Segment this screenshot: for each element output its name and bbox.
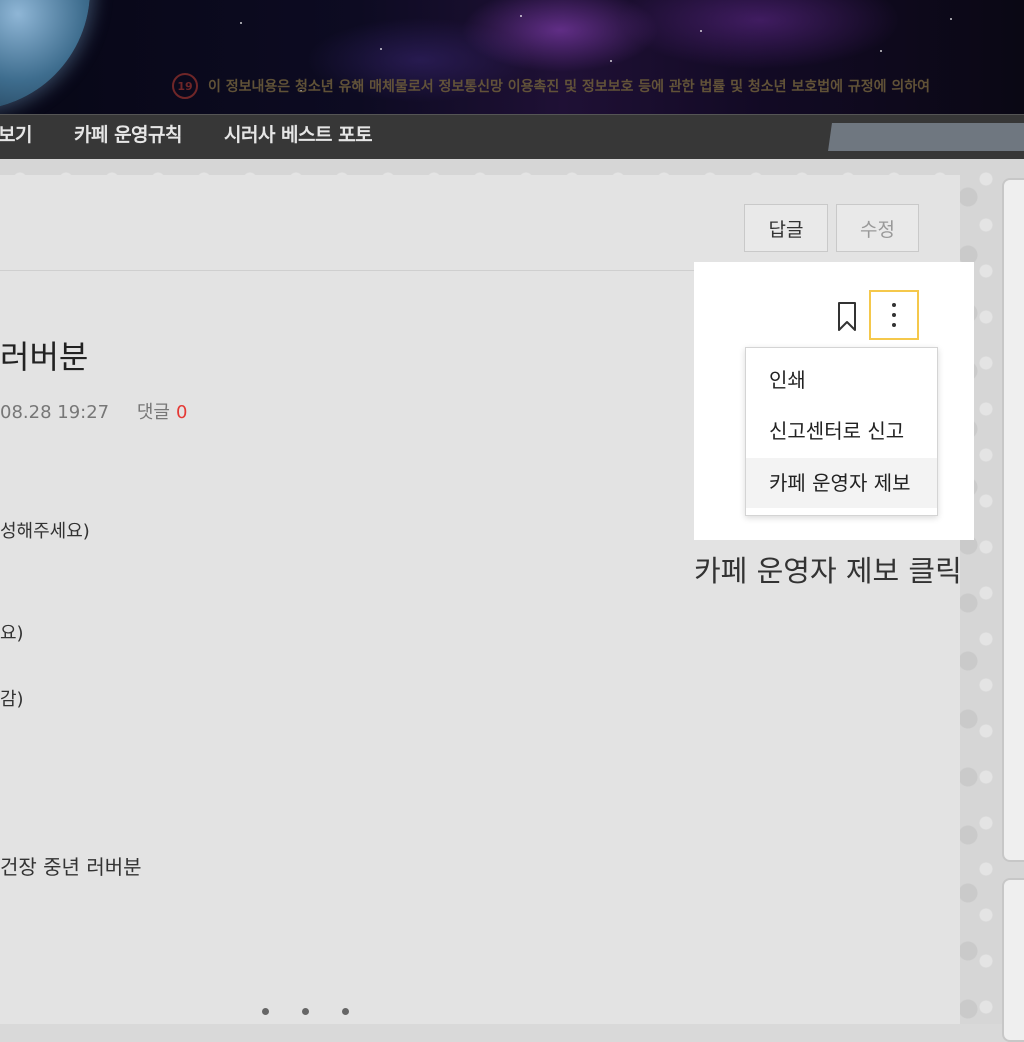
nav-search-box[interactable] bbox=[828, 123, 1024, 151]
instruction-caption: 카페 운영자 제보 클릭 bbox=[694, 554, 962, 588]
cafe-banner: 19 이 정보내용은 청소년 유해 매체물로서 정보통신망 이용촉진 및 정보보… bbox=[0, 0, 1024, 114]
comment-label[interactable]: 댓글 bbox=[137, 402, 170, 423]
article-meta: 08.28 19:27 댓글 0 bbox=[0, 398, 187, 424]
menu-item-report-to-manager[interactable]: 카페 운영자 제보 bbox=[746, 458, 937, 508]
sidebar-card bbox=[1002, 178, 1024, 862]
article-body-line: 성해주세요) bbox=[0, 521, 90, 542]
article-body-line: 감) bbox=[0, 689, 24, 710]
bookmark-icon[interactable] bbox=[834, 300, 860, 334]
cafe-nav-bar: 보기 카페 운영규칙 시러사 베스트 포토 bbox=[0, 114, 1024, 160]
more-vertical-icon[interactable] bbox=[869, 290, 919, 340]
more-options-menu: 인쇄 신고센터로 신고 카페 운영자 제보 bbox=[745, 347, 938, 516]
edit-button[interactable]: 수정 bbox=[836, 204, 919, 252]
age-restriction-notice: 19 이 정보내용은 청소년 유해 매체물로서 정보통신망 이용촉진 및 정보보… bbox=[172, 73, 930, 99]
nav-item-best-photo[interactable]: 시러사 베스트 포토 bbox=[224, 115, 373, 159]
article-body-line: 요) bbox=[0, 623, 24, 644]
menu-item-print[interactable]: 인쇄 bbox=[746, 355, 937, 405]
article-title: 러버분 bbox=[0, 338, 89, 376]
nav-item-cafe-rules[interactable]: 카페 운영규칙 bbox=[74, 115, 183, 159]
reply-button[interactable]: 답글 bbox=[744, 204, 828, 252]
sidebar-card-lower bbox=[1002, 878, 1024, 1042]
nav-item-view[interactable]: 보기 bbox=[0, 115, 32, 159]
age-19-badge: 19 bbox=[172, 73, 198, 99]
age-warning-text: 이 정보내용은 청소년 유해 매체물로서 정보통신망 이용촉진 및 정보보호 등… bbox=[208, 79, 930, 95]
comment-count[interactable]: 0 bbox=[176, 402, 187, 423]
content-separator-dots bbox=[262, 1008, 349, 1015]
planet-image bbox=[0, 0, 90, 110]
post-date: 08.28 19:27 bbox=[0, 402, 110, 423]
article-body-line: 건장 중년 러버분 bbox=[0, 855, 142, 879]
menu-item-report-center[interactable]: 신고센터로 신고 bbox=[746, 406, 937, 456]
